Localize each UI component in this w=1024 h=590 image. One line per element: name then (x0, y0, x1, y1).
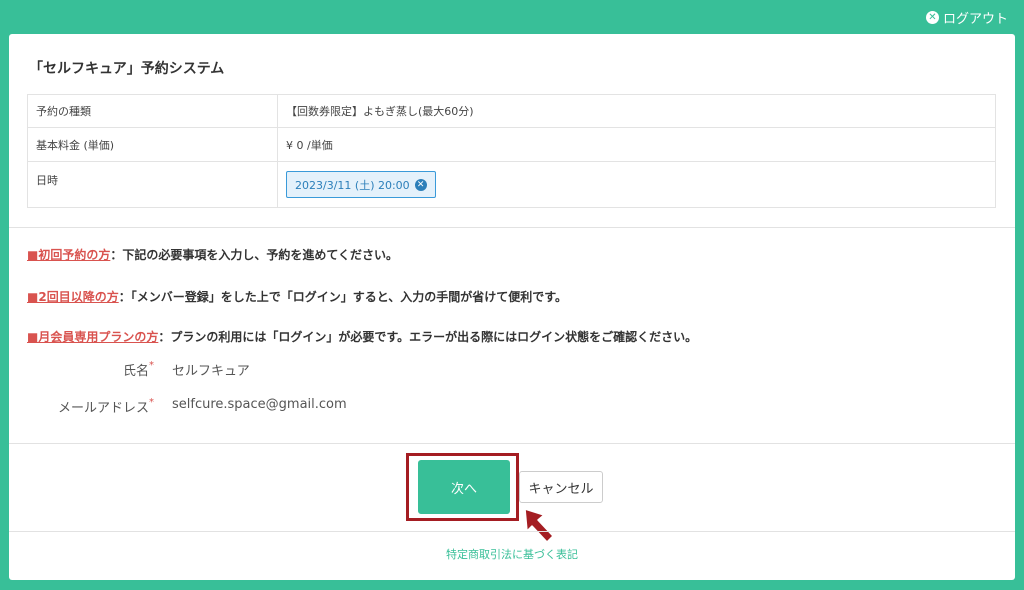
reservation-info-table: 予約の種類 【回数券限定】よもぎ蒸し(最大60分) 基本料金 (単価) ¥ 0 … (27, 94, 996, 208)
email-label: メールアドレス (57, 401, 149, 416)
note-text: ：下記の必要事項を入力し、予約を進めてください。 (110, 248, 398, 262)
name-label: 氏名 (122, 364, 149, 379)
required-mark: * (149, 360, 154, 371)
name-value: セルフキュア (172, 364, 250, 379)
note-monthly-member: ■月会員専用プランの方：プランの利用には「ログイン」が必要です。エラーが出る際に… (27, 328, 697, 345)
divider (9, 531, 1015, 532)
datetime-value: 2023/3/11 (土) 20:00 (295, 178, 410, 192)
table-row: 予約の種類 【回数券限定】よもぎ蒸し(最大60分) (27, 94, 996, 128)
type-label: 予約の種類 (27, 94, 278, 128)
page-title: 「セルフキュア」予約システム (29, 61, 225, 77)
reservation-panel: 「セルフキュア」予約システム 予約の種類 【回数券限定】よもぎ蒸し(最大60分)… (9, 34, 1015, 580)
logout-label: ログアウト (942, 12, 1008, 27)
type-value: 【回数券限定】よもぎ蒸し(最大60分) (277, 94, 996, 128)
divider (9, 443, 1015, 444)
datetime-chip: 2023/3/11 (土) 20:00 ✕ (286, 171, 436, 198)
note-tag[interactable]: ■初回予約の方 (27, 248, 110, 262)
remove-datetime-icon[interactable]: ✕ (414, 178, 427, 191)
required-mark: * (149, 397, 154, 408)
table-row: 日時 2023/3/11 (土) 20:00 ✕ (27, 161, 996, 208)
top-bar: ✕ ログアウト (0, 0, 1024, 34)
table-row: 基本料金 (単価) ¥ 0 /単価 (27, 127, 996, 162)
note-returning: ■2回目以降の方：「メンバー登録」をした上で「ログイン」すると、入力の手間が省け… (27, 288, 567, 305)
datetime-label: 日時 (27, 161, 278, 208)
email-value: selfcure.space@gmail.com (172, 397, 347, 412)
note-text: ：「メンバー登録」をした上で「ログイン」すると、入力の手間が省けて便利です。 (118, 290, 568, 304)
pointer-arrow-icon (524, 508, 554, 543)
legal-notice-link[interactable]: 特定商取引法に基づく表記 (9, 546, 1015, 562)
logout-link[interactable]: ✕ ログアウト (925, 8, 1008, 27)
note-tag[interactable]: ■月会員専用プランの方 (27, 330, 158, 344)
cancel-button[interactable]: キャンセル (519, 471, 603, 503)
price-label: 基本料金 (単価) (27, 127, 278, 162)
note-text: ：プランの利用には「ログイン」が必要です。エラーが出る際にはログイン状態をご確認… (158, 330, 698, 344)
divider (9, 227, 1015, 228)
next-button[interactable]: 次へ (418, 460, 510, 514)
close-circle-icon: ✕ (925, 11, 939, 24)
note-tag[interactable]: ■2回目以降の方 (27, 290, 119, 304)
price-value: ¥ 0 /単価 (277, 127, 996, 162)
note-first-time: ■初回予約の方：下記の必要事項を入力し、予約を進めてください。 (27, 246, 398, 263)
